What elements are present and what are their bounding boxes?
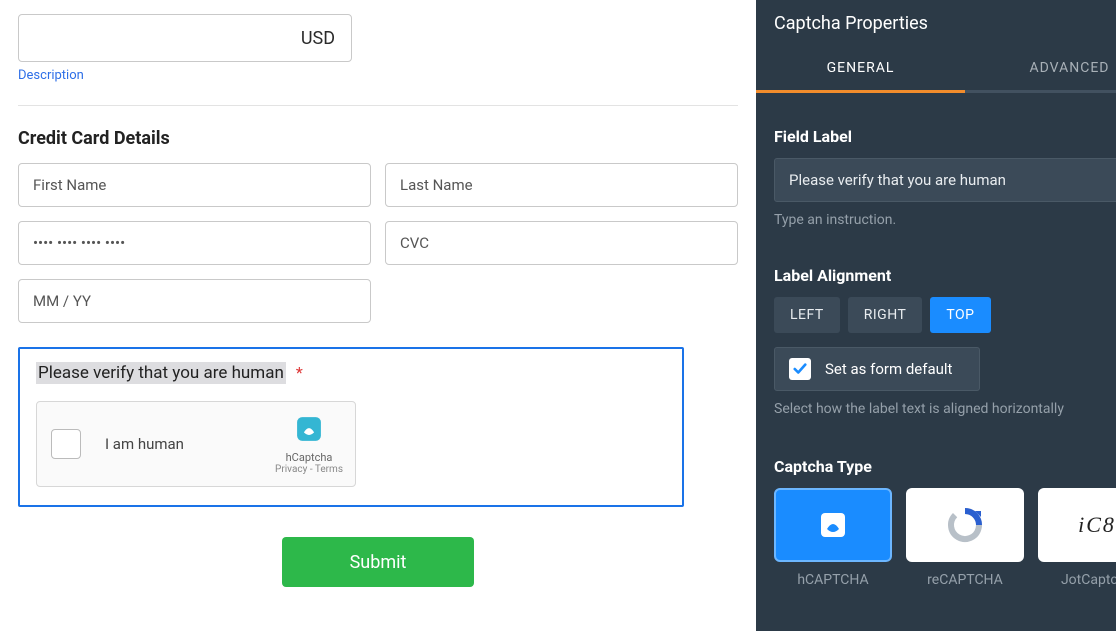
hcaptcha-icon [292, 412, 326, 446]
align-top-button[interactable]: TOP [930, 297, 990, 333]
captcha-field-selected[interactable]: Please verify that you are human * I am … [18, 347, 684, 507]
submit-button[interactable]: Submit [282, 537, 474, 587]
panel-title: Captcha Properties [774, 13, 928, 34]
captcha-type-hcaptcha-label: hCAPTCHA [774, 572, 892, 588]
hcaptcha-brand-text: hCaptcha [275, 451, 343, 464]
align-right-button[interactable]: RIGHT [848, 297, 923, 333]
captcha-type-recaptcha-label: reCAPTCHA [906, 572, 1024, 588]
hcaptcha-checkbox[interactable] [51, 429, 81, 459]
jotcaptcha-type-icon: iC8 [1078, 512, 1116, 538]
currency-suffix: USD [301, 28, 335, 49]
field-label-hint: Type an instruction. [774, 212, 1116, 228]
hcaptcha-widget[interactable]: I am human hCaptcha Privacy - Terms [36, 401, 356, 487]
hcaptcha-brand: hCaptcha Privacy - Terms [275, 412, 343, 475]
hcaptcha-text: I am human [105, 435, 184, 453]
alignment-hint: Select how the label text is aligned hor… [774, 401, 1116, 417]
alignment-heading: Label Alignment [774, 266, 1116, 285]
form-canvas: USD Description Credit Card Details Plea… [0, 0, 756, 631]
card-number-input[interactable] [18, 221, 371, 265]
required-marker: * [296, 363, 303, 382]
set-default-toggle[interactable]: Set as form default [774, 347, 980, 391]
captcha-type-hcaptcha[interactable] [774, 488, 892, 562]
captcha-field-label: Please verify that you are human [36, 362, 286, 384]
name-row [18, 163, 738, 207]
align-left-button[interactable]: LEFT [774, 297, 840, 333]
card-row [18, 221, 738, 265]
field-label-heading: Field Label [774, 127, 1116, 146]
description-link[interactable]: Description [18, 68, 84, 83]
cvc-input[interactable] [385, 221, 738, 265]
checkbox-icon [789, 358, 811, 380]
captcha-type-jotcaptcha[interactable]: iC8 [1038, 488, 1116, 562]
captcha-type-heading: Captcha Type [774, 457, 1116, 476]
section-title: Credit Card Details [18, 128, 738, 149]
captcha-type-jotcaptcha-label: JotCaptcha [1038, 572, 1116, 588]
recaptcha-type-icon [945, 505, 985, 545]
tab-general[interactable]: GENERAL [756, 46, 965, 90]
expiry-row [18, 279, 371, 323]
hcaptcha-type-icon [813, 505, 853, 545]
last-name-input[interactable] [385, 163, 738, 207]
tab-advanced[interactable]: ADVANCED [965, 46, 1116, 90]
set-default-label: Set as form default [825, 360, 952, 378]
captcha-type-recaptcha[interactable] [906, 488, 1024, 562]
first-name-input[interactable] [18, 163, 371, 207]
divider [18, 105, 738, 106]
field-label-input[interactable] [774, 158, 1116, 202]
hcaptcha-fineprint: Privacy - Terms [275, 464, 343, 475]
properties-panel: Captcha Properties ✕ GENERAL ADVANCED Fi… [756, 0, 1116, 631]
amount-field[interactable]: USD [18, 14, 352, 62]
expiry-input[interactable] [18, 279, 371, 323]
